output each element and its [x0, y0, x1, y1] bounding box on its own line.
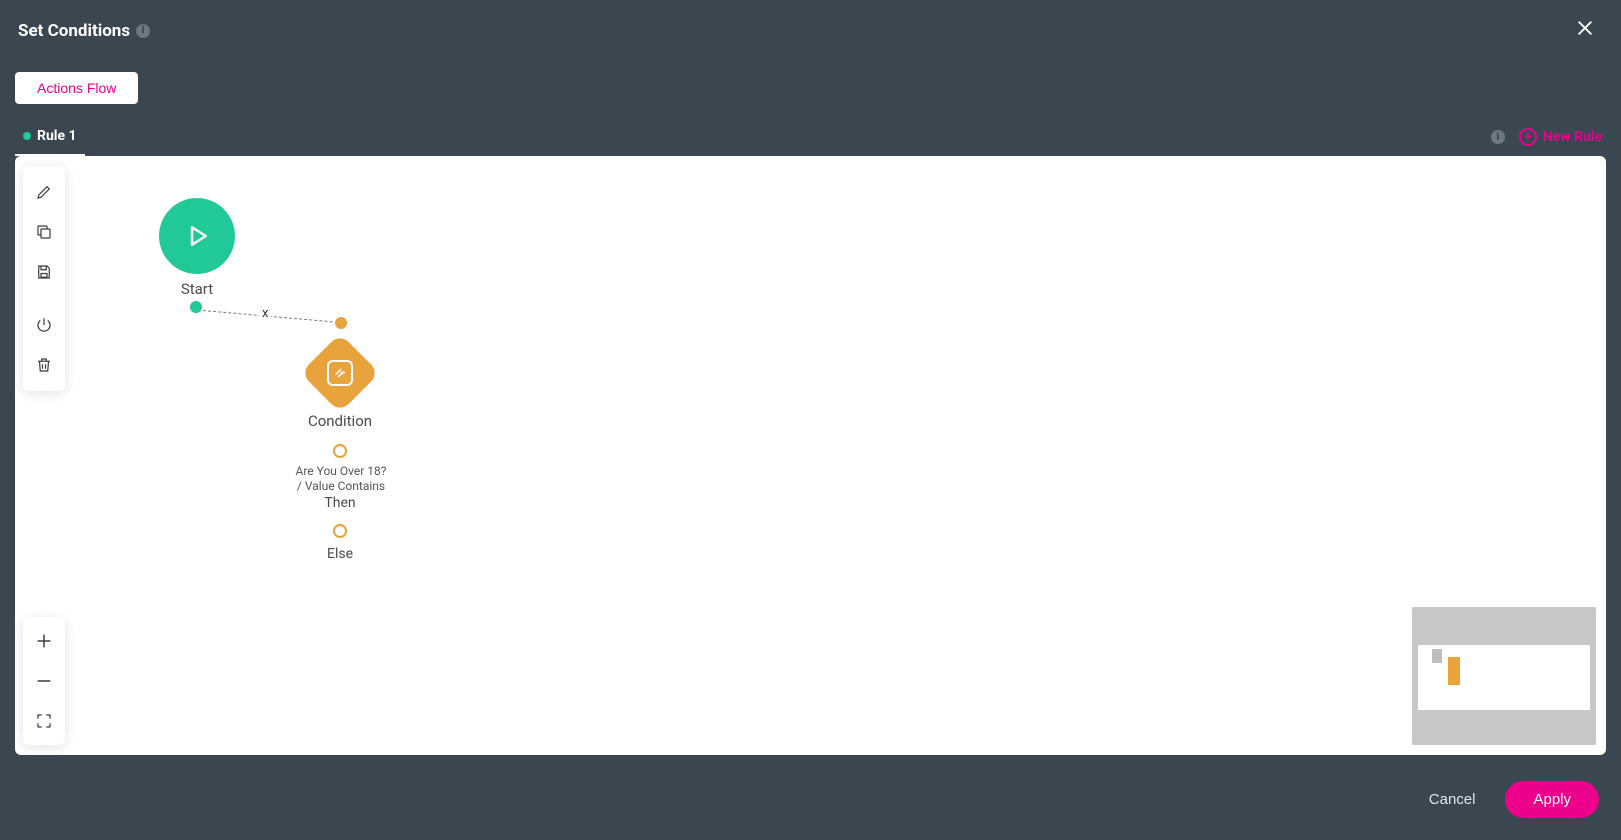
else-label: Else	[305, 546, 375, 562]
rule-tabs: Rule 1 i + New Rule	[0, 118, 1621, 156]
info-icon[interactable]: i	[1491, 130, 1505, 144]
apply-button[interactable]: Apply	[1505, 781, 1599, 818]
new-rule-label: New Rule	[1543, 129, 1602, 145]
condition-label: Condition	[285, 412, 395, 430]
minimap[interactable]	[1412, 607, 1596, 745]
close-icon[interactable]	[1567, 14, 1603, 48]
tab-rule-1[interactable]: Rule 1	[15, 118, 85, 156]
plus-circle-icon: +	[1519, 128, 1537, 146]
new-rule-button[interactable]: + New Rule	[1515, 122, 1606, 152]
canvas-container: Start x If Condition Are You Over 18? / …	[0, 156, 1621, 763]
toolbar: Actions Flow	[0, 62, 1621, 118]
tab-label: Rule 1	[37, 128, 77, 144]
flow-canvas[interactable]: Start x If Condition Are You Over 18? / …	[15, 156, 1606, 755]
modal-title: Set Conditions	[18, 21, 130, 41]
condition-detail-line1: Are You Over 18?	[296, 464, 387, 478]
if-icon: If	[327, 360, 353, 386]
flow-area: Start x If Condition Are You Over 18? / …	[15, 156, 1606, 755]
condition-detail: Are You Over 18? / Value Contains	[271, 464, 411, 494]
condition-input-port[interactable]	[335, 317, 347, 329]
minimap-viewport	[1418, 645, 1590, 710]
minimap-start-icon	[1432, 649, 1442, 663]
modal-header: Set Conditions i	[0, 0, 1621, 62]
condition-node[interactable]: If	[300, 333, 379, 412]
modal-footer: Cancel Apply	[0, 763, 1621, 840]
actions-flow-button[interactable]: Actions Flow	[15, 72, 138, 104]
edge-delete-button[interactable]: x	[259, 306, 271, 321]
then-label: Then	[305, 495, 375, 511]
condition-detail-line2: / Value Contains	[297, 479, 385, 493]
start-output-port[interactable]	[190, 301, 202, 313]
start-node[interactable]	[159, 198, 235, 274]
start-label: Start	[159, 280, 235, 298]
condition-else-port[interactable]	[333, 524, 347, 538]
set-conditions-modal: Set Conditions i Actions Flow Rule 1 i +…	[0, 0, 1621, 840]
info-icon[interactable]: i	[136, 24, 150, 38]
cancel-button[interactable]: Cancel	[1417, 783, 1488, 816]
status-dot-icon	[23, 132, 31, 140]
play-icon	[182, 221, 212, 251]
condition-then-port[interactable]	[333, 444, 347, 458]
minimap-condition-icon	[1448, 657, 1460, 685]
